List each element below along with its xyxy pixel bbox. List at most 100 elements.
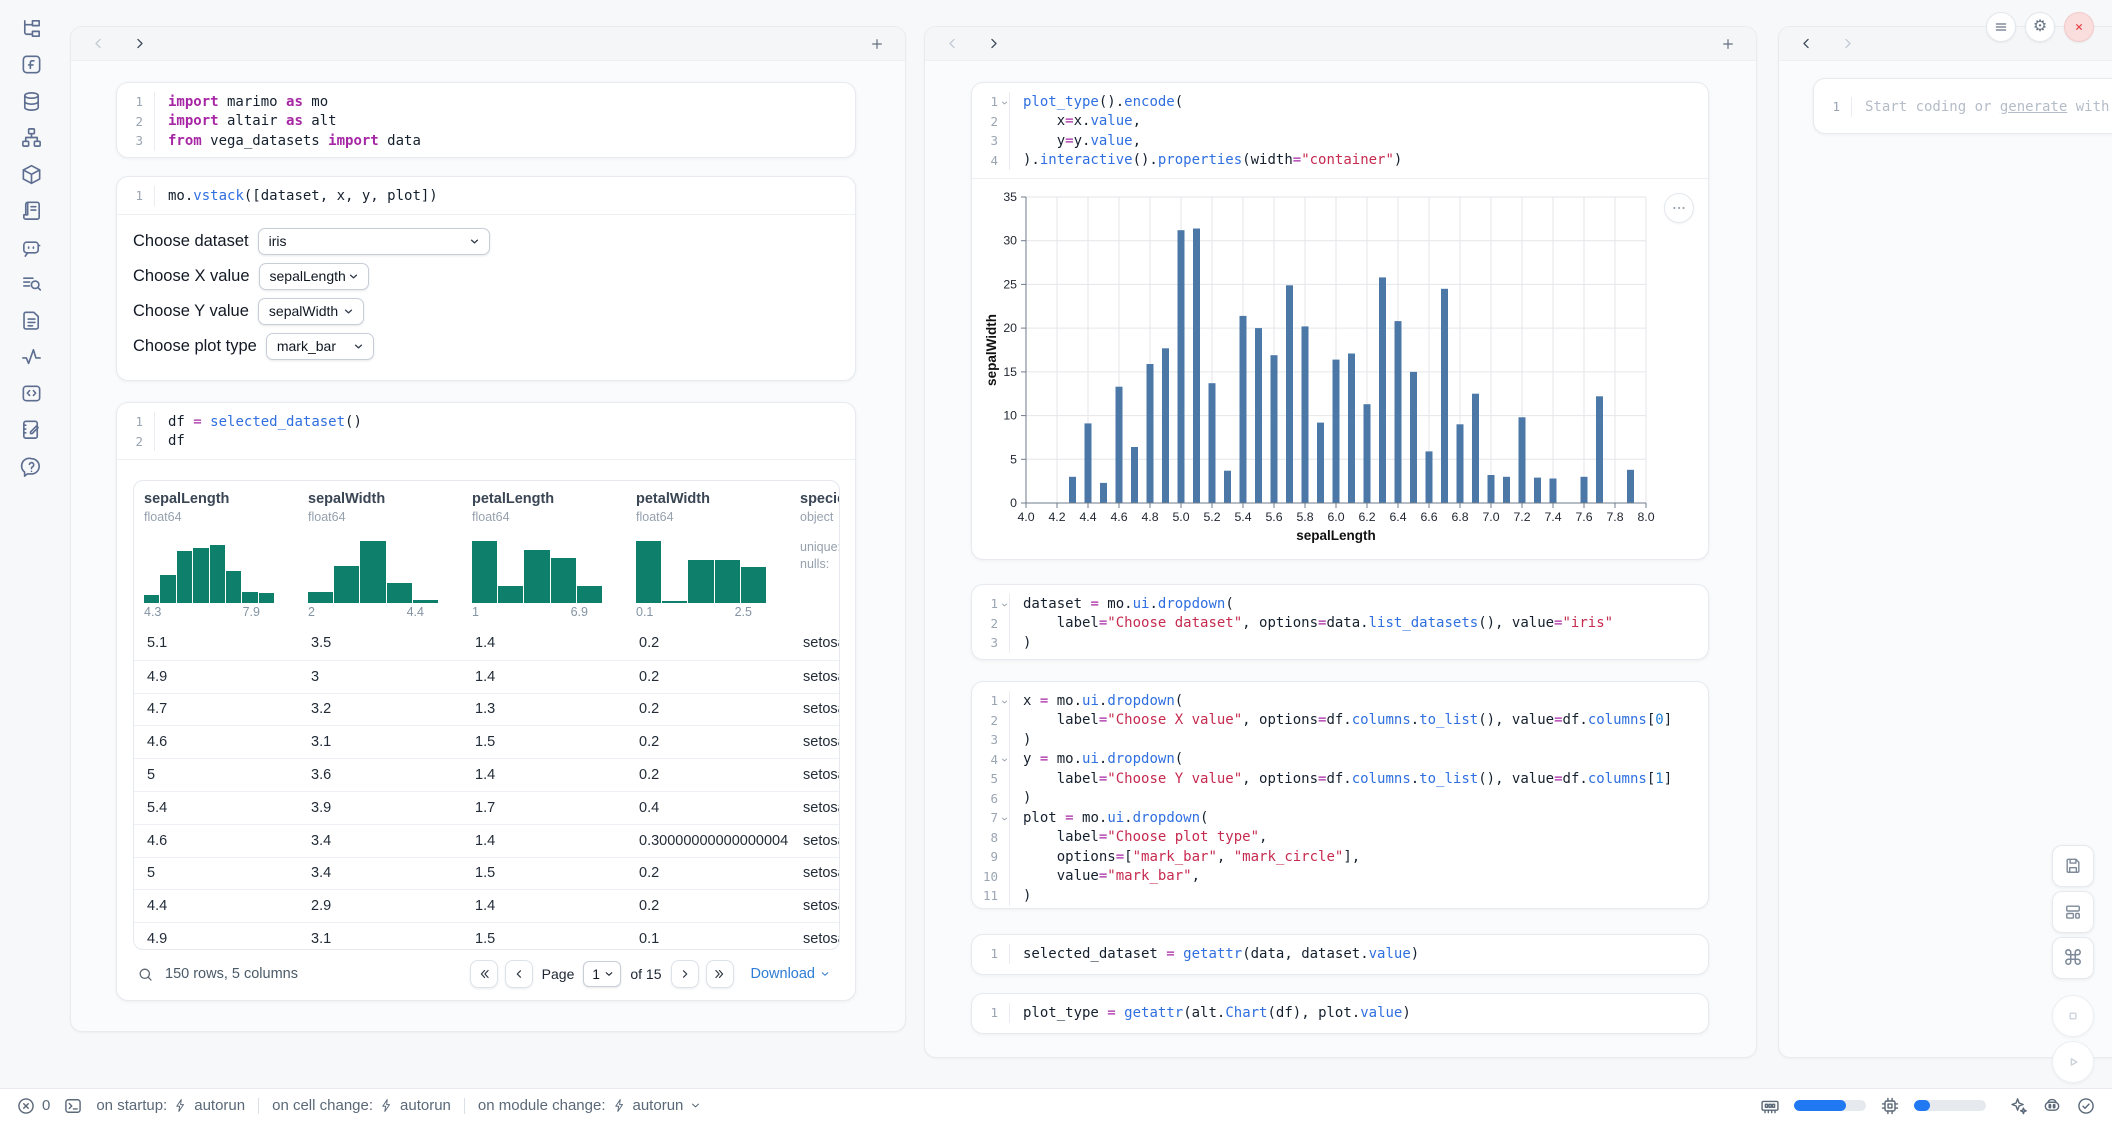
fold-icon[interactable] [1000, 98, 1009, 107]
code-line[interactable]: 7plot = mo.ui.dropdown( [972, 808, 1708, 828]
feedback-icon[interactable] [13, 448, 49, 485]
column-name[interactable]: species [800, 491, 840, 507]
save-button[interactable] [2052, 845, 2094, 887]
code-cell-imports[interactable]: 1import marimo as mo2import altair as al… [116, 82, 856, 158]
table-row[interactable]: 5.43.91.70.4setosa [134, 791, 839, 824]
copilot-icon[interactable] [2042, 1096, 2062, 1116]
connection-status-icon[interactable] [2076, 1096, 2096, 1116]
code-line[interactable]: 1x = mo.ui.dropdown( [972, 691, 1708, 711]
file-explorer-icon[interactable] [13, 10, 49, 47]
code-cell-plot-type[interactable]: 1plot_type = getattr(alt.Chart(df), plot… [971, 993, 1709, 1034]
keyboard-shortcuts-button[interactable]: ⌘ [2052, 937, 2094, 979]
tracing-icon[interactable] [13, 339, 49, 376]
code-line[interactable]: 4y = mo.ui.dropdown( [972, 750, 1708, 770]
choose-plot-type-select[interactable]: mark_bar [266, 333, 374, 360]
table-row[interactable]: 53.61.40.2setosa [134, 758, 839, 791]
code-cell-vstack[interactable]: 1mo.vstack([dataset, x, y, plot]) Choose… [116, 176, 856, 381]
code-cell-xy-plot-dropdowns[interactable]: 1x = mo.ui.dropdown(2 label="Choose X va… [971, 681, 1709, 909]
fold-icon[interactable] [1000, 697, 1009, 706]
data-sources-icon[interactable] [13, 83, 49, 120]
choose-dataset-select[interactable]: iris [258, 228, 490, 255]
table-row[interactable]: 4.931.40.2setosa [134, 660, 839, 693]
table-row[interactable]: 5.13.51.40.2setosa [134, 627, 839, 660]
code-line[interactable]: 3 y=y.value, [972, 131, 1708, 151]
code-line[interactable]: 4).interactive().properties(width="conta… [972, 151, 1708, 171]
code-line[interactable]: 2 label="Choose X value", options=df.col… [972, 711, 1708, 731]
menu-button[interactable] [1986, 12, 2016, 42]
run-button[interactable] [2052, 1041, 2094, 1083]
code-cell-dataframe[interactable]: 1df = selected_dataset()2df sepalLengthf… [116, 402, 856, 1001]
logs-icon[interactable] [13, 193, 49, 230]
snippets-icon[interactable] [13, 266, 49, 303]
empty-code-cell[interactable]: 1 Start coding or generate with AI. [1813, 78, 2112, 134]
fold-icon[interactable] [1000, 600, 1009, 609]
column-back-icon[interactable] [945, 36, 960, 51]
layout-button[interactable] [2052, 891, 2094, 933]
settings-button[interactable]: ⚙︎ [2025, 12, 2055, 42]
cell-placeholder[interactable]: Start coding or generate with AI. [1852, 99, 2112, 115]
code-cell-dataset-dropdown[interactable]: 1dataset = mo.ui.dropdown(2 label="Choos… [971, 584, 1709, 660]
column-name[interactable]: sepalLength [144, 491, 274, 507]
code-line[interactable]: 3from vega_datasets import data [117, 131, 855, 151]
table-row[interactable]: 4.73.21.30.2setosa [134, 693, 839, 726]
code-line[interactable]: 11) [972, 886, 1708, 906]
last-page-button[interactable] [706, 960, 734, 988]
download-button[interactable]: Download [751, 966, 832, 982]
error-count[interactable]: 0 [16, 1096, 50, 1116]
cpu-usage-meter[interactable] [1914, 1100, 1986, 1111]
next-page-button[interactable] [671, 960, 699, 988]
column-back-icon[interactable] [91, 36, 106, 51]
autorun-status[interactable]: on module change:autorun [478, 1097, 702, 1114]
code-line[interactable]: 10 value="mark_bar", [972, 867, 1708, 887]
code-line[interactable]: 1dataset = mo.ui.dropdown( [972, 594, 1708, 614]
generate-with-ai-link[interactable]: generate [2000, 99, 2067, 115]
variables-icon[interactable] [13, 47, 49, 84]
code-line[interactable]: 1mo.vstack([dataset, x, y, plot]) [117, 186, 855, 206]
column-name[interactable]: petalLength [472, 491, 602, 507]
code-line[interactable]: 6) [972, 789, 1708, 809]
column-forward-icon[interactable] [986, 36, 1001, 51]
column-forward-icon[interactable] [1840, 36, 1855, 51]
page-select[interactable]: 1 [583, 961, 621, 987]
add-cell-icon[interactable] [869, 36, 885, 52]
code-line[interactable]: 1plot_type = getattr(alt.Chart(df), plot… [972, 1003, 1708, 1023]
table-row[interactable]: 4.63.11.50.2setosa [134, 725, 839, 758]
code-line[interactable]: 3) [972, 633, 1708, 653]
table-row[interactable]: 4.63.41.40.30000000000000004setosa [134, 824, 839, 857]
terminal-icon[interactable] [63, 1096, 83, 1116]
table-row[interactable]: 53.41.50.2setosa [134, 857, 839, 890]
code-line[interactable]: 2import altair as alt [117, 112, 855, 132]
chart-actions-icon[interactable] [1664, 193, 1694, 223]
column-name[interactable]: petalWidth [636, 491, 766, 507]
choose-x-value-select[interactable]: sepalLength [259, 263, 369, 290]
bar-chart[interactable]: 4.04.24.44.64.85.05.25.45.65.86.06.26.46… [984, 183, 1684, 551]
code-cell-selected-dataset[interactable]: 1selected_dataset = getattr(data, datase… [971, 934, 1709, 975]
choose-y-value-select[interactable]: sepalWidth [258, 298, 364, 325]
ai-sparkles-icon[interactable] [2008, 1096, 2028, 1116]
table-row[interactable]: 4.42.91.40.2setosa [134, 889, 839, 922]
code-line[interactable]: 2 x=x.value, [972, 112, 1708, 132]
autorun-status[interactable]: on startup:autorun [96, 1097, 245, 1114]
dependency-graph-icon[interactable] [13, 120, 49, 157]
code-line[interactable]: 5 label="Choose Y value", options=df.col… [972, 769, 1708, 789]
ai-chat-icon[interactable] [13, 229, 49, 266]
code-line[interactable]: 9 options=["mark_bar", "mark_circle"], [972, 847, 1708, 867]
code-line[interactable]: 3) [972, 730, 1708, 750]
code-line[interactable]: 1import marimo as mo [117, 92, 855, 112]
code-line[interactable]: 2 label="Choose dataset", options=data.l… [972, 614, 1708, 634]
scratchpad-icon[interactable] [13, 412, 49, 449]
column-back-icon[interactable] [1799, 36, 1814, 51]
packages-icon[interactable] [13, 156, 49, 193]
fold-icon[interactable] [1000, 756, 1009, 765]
code-line[interactable]: 1selected_dataset = getattr(data, datase… [972, 944, 1708, 964]
outputs-icon[interactable] [13, 375, 49, 412]
table-row[interactable]: 4.93.11.50.1setosa [134, 922, 839, 950]
autorun-status[interactable]: on cell change:autorun [272, 1097, 451, 1114]
fold-icon[interactable] [1000, 814, 1009, 823]
stop-button[interactable] [2052, 995, 2094, 1037]
first-page-button[interactable] [470, 960, 498, 988]
code-line[interactable]: 8 label="Choose plot type", [972, 828, 1708, 848]
add-cell-icon[interactable] [1720, 36, 1736, 52]
prev-page-button[interactable] [505, 960, 533, 988]
code-cell-plot[interactable]: 1plot_type().encode(2 x=x.value,3 y=y.va… [971, 82, 1709, 560]
